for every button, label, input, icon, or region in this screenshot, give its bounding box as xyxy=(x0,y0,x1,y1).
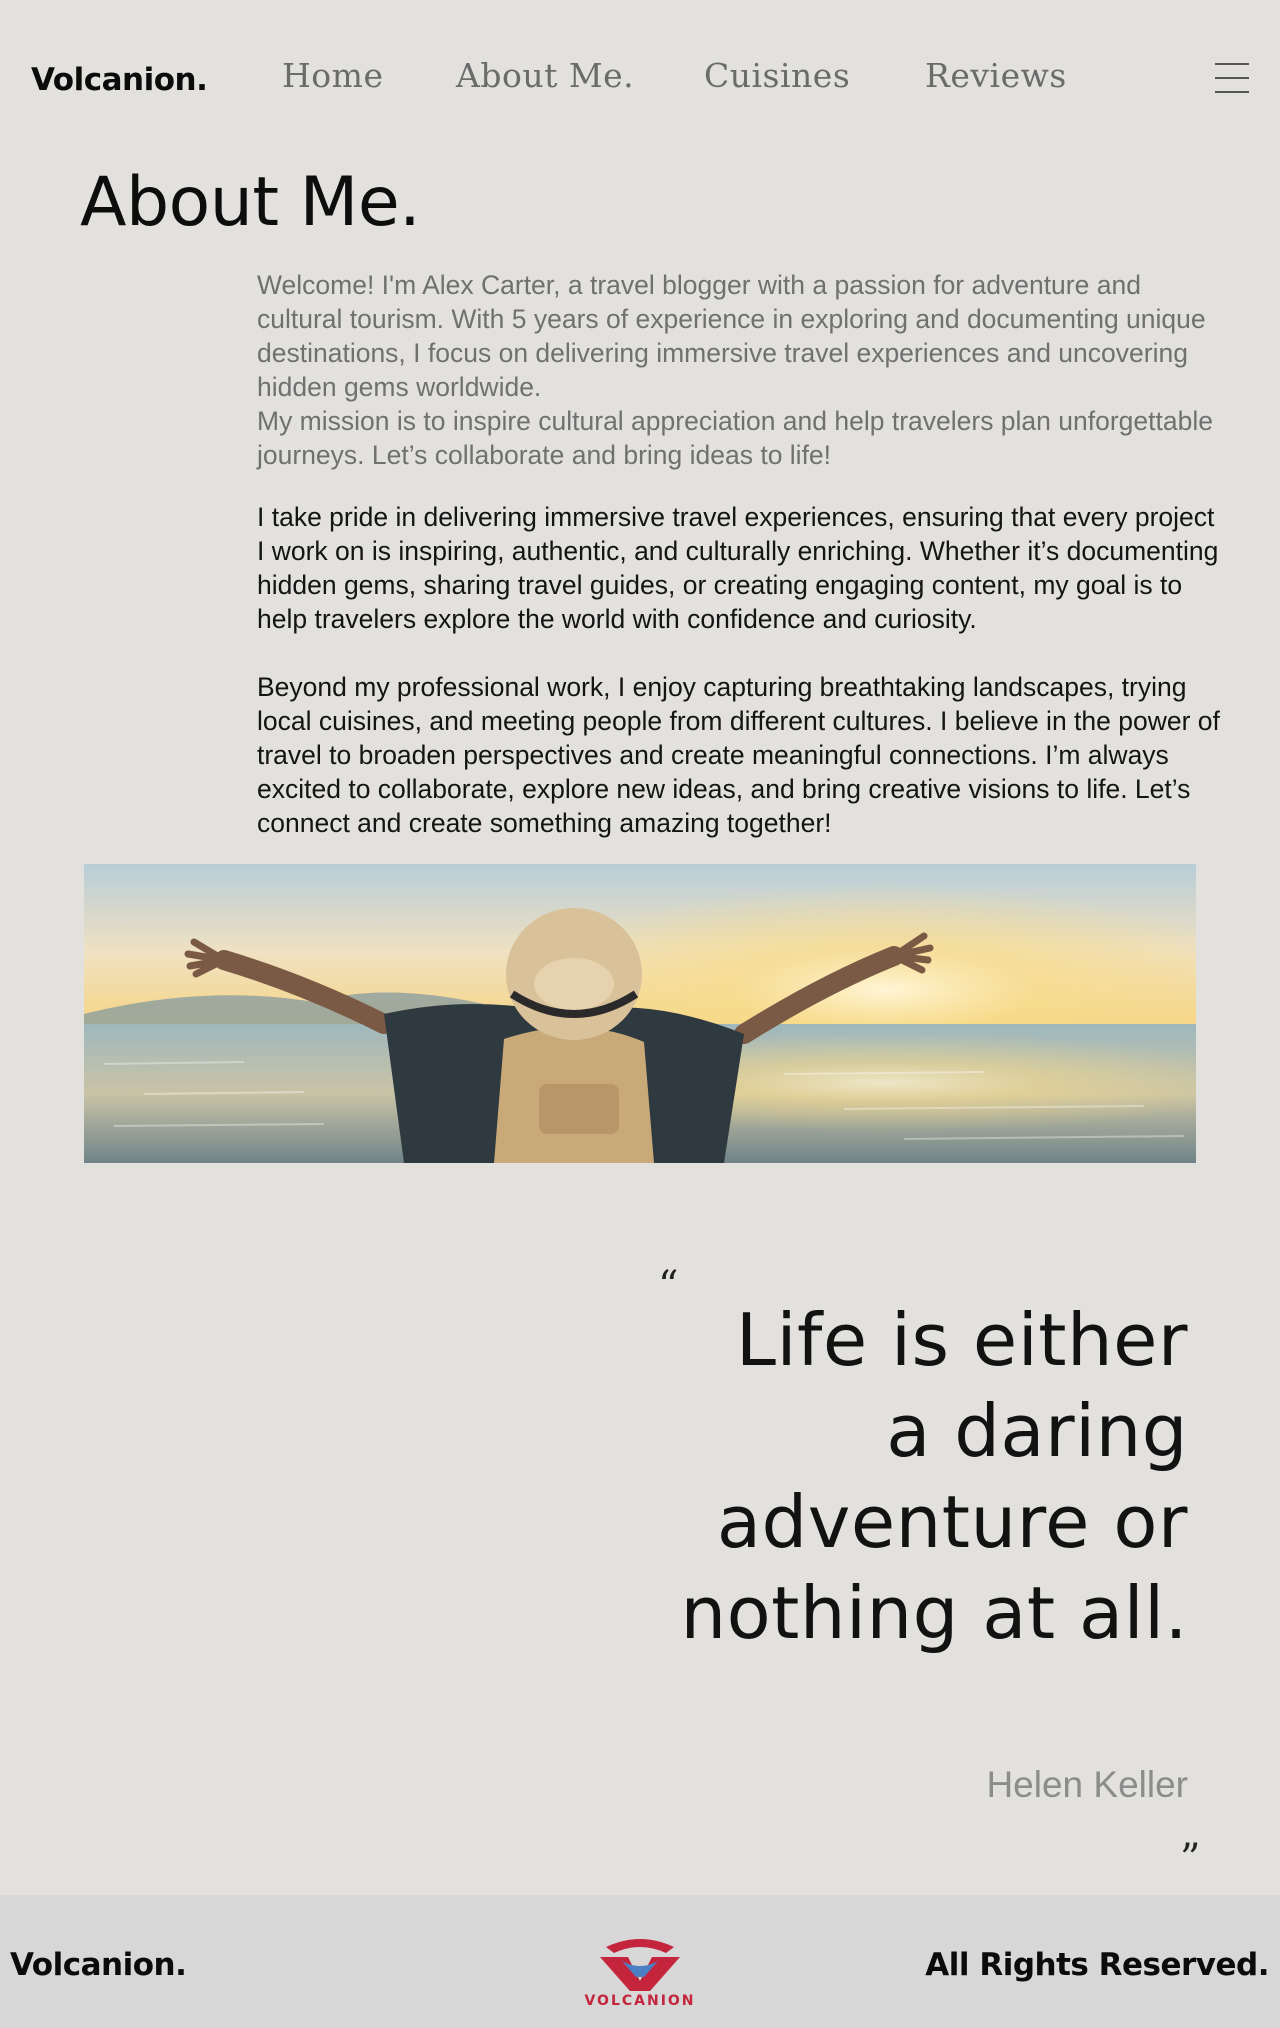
nav-link-about[interactable]: About Me. xyxy=(456,56,634,95)
mission-paragraph: My mission is to inspire cultural apprec… xyxy=(257,406,1213,470)
quote-author: Helen Keller xyxy=(986,1764,1188,1805)
volcanion-emblem xyxy=(600,1939,680,1991)
nav-link-cuisines[interactable]: Cuisines xyxy=(704,56,850,95)
menu-line-bottom xyxy=(1215,91,1249,93)
pride-paragraph: I take pride in delivering immersive tra… xyxy=(257,502,1219,634)
menu-line-middle xyxy=(1215,77,1249,79)
intro-paragraph: Welcome! I'm Alex Carter, a travel blogg… xyxy=(257,270,1206,402)
brand-logo[interactable]: Volcanion. xyxy=(31,62,208,98)
traveler-illustration xyxy=(84,864,1196,1163)
menu-line-top xyxy=(1215,63,1249,65)
beyond-paragraph: Beyond my professional work, I enjoy cap… xyxy=(257,672,1220,838)
footer-rights-text: All Rights Reserved. xyxy=(925,1947,1269,1983)
footer-logo-text: VOLCANION xyxy=(584,1993,696,2009)
footer-brand[interactable]: Volcanion. xyxy=(10,1947,187,1983)
intro-text: Welcome! I'm Alex Carter, a travel blogg… xyxy=(257,268,1227,472)
site-header: Volcanion. Home About Me. Cuisines Revie… xyxy=(0,0,1280,160)
site-footer: Volcanion. VOLCANION All Rights Reserved… xyxy=(0,1895,1280,2028)
quote-close-mark: ” xyxy=(1180,1836,1201,1882)
quote-text: Life is either a daring adventure or not… xyxy=(680,1298,1188,1655)
traveler-photo xyxy=(84,864,1196,1163)
nav-link-reviews[interactable]: Reviews xyxy=(925,56,1067,95)
hamburger-menu-icon[interactable] xyxy=(1215,63,1249,93)
nav-link-home[interactable]: Home xyxy=(282,56,383,95)
page-title: About Me. xyxy=(80,163,421,242)
volcanion-logo-icon[interactable]: VOLCANION xyxy=(578,1935,702,2009)
